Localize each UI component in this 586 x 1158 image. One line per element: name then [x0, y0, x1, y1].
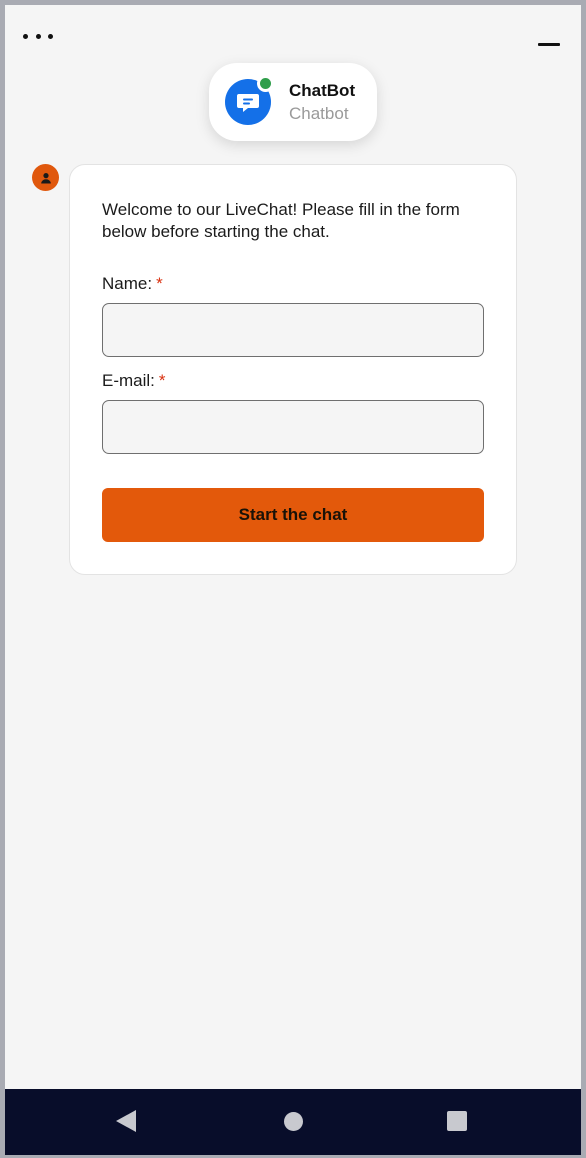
- required-marker: *: [158, 371, 166, 390]
- user-icon: [40, 172, 51, 183]
- android-nav-bar: [5, 1089, 581, 1155]
- agent-subtitle: Chatbot: [289, 104, 349, 123]
- prechat-form-card: Welcome to our LiveChat! Please fill in …: [69, 164, 517, 575]
- agent-header-card: ChatBot Chatbot: [209, 63, 377, 141]
- chat-widget: ChatBot Chatbot Welcome to our LiveChat!…: [5, 5, 581, 1155]
- online-status-dot: [257, 75, 274, 92]
- welcome-message: Welcome to our LiveChat! Please fill in …: [102, 200, 460, 241]
- minimize-icon[interactable]: [535, 29, 563, 55]
- back-icon[interactable]: [116, 1110, 136, 1132]
- user-avatar: [32, 164, 59, 191]
- chat-bubble-icon: [237, 94, 259, 112]
- email-input[interactable]: [102, 400, 484, 454]
- recents-icon[interactable]: [447, 1111, 467, 1131]
- required-marker: *: [156, 274, 163, 293]
- email-label: E-mail: *: [102, 371, 166, 390]
- name-label: Name: *: [102, 274, 163, 293]
- name-input[interactable]: [102, 303, 484, 357]
- home-icon[interactable]: [284, 1112, 303, 1131]
- more-options-icon[interactable]: [23, 27, 53, 45]
- start-chat-button[interactable]: Start the chat: [102, 488, 484, 542]
- agent-name: ChatBot: [289, 81, 356, 100]
- bot-avatar: [225, 75, 274, 125]
